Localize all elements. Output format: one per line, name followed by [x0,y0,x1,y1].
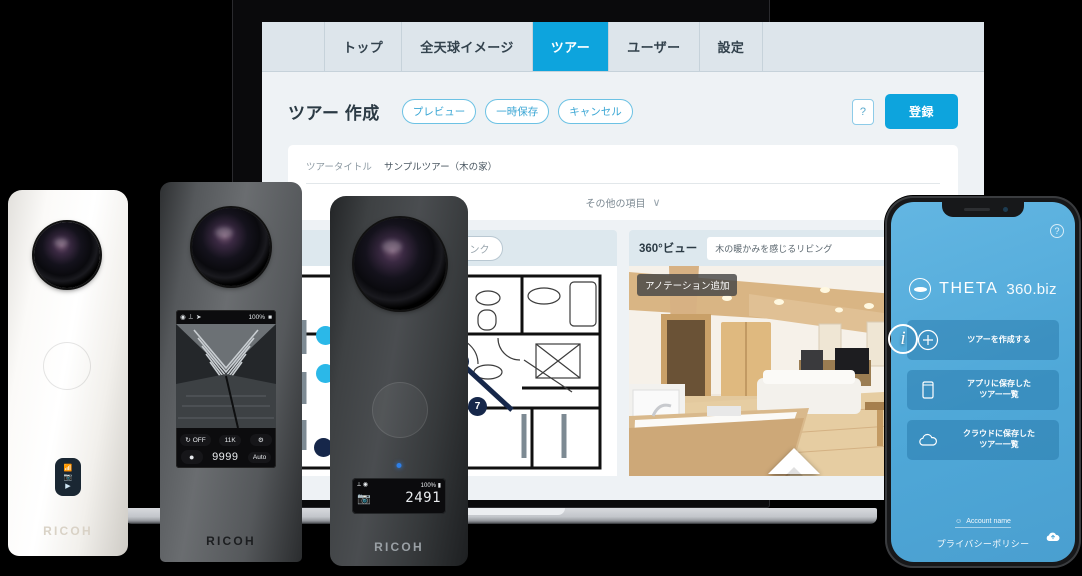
cloud-saved-tours-button[interactable]: クラウドに保存した ツアー一覧 [907,420,1059,460]
wifi-icon: 📶 [63,465,73,472]
temp-save-button[interactable]: 一時保存 [485,99,550,124]
remaining-shots: 9999 [212,451,239,463]
brand-suffix: 360.biz [1006,280,1057,298]
battery-icon: ■ [268,313,272,321]
page-toolbar: ツアー 作成 プレビュー 一時保存 キャンセル ? 登録 [262,72,984,129]
lens-icon [34,222,100,288]
app-saved-tours-button[interactable]: アプリに保存した ツアー一覧 [907,370,1059,410]
tab-user[interactable]: ユーザー [609,22,700,71]
battery-icon: ▮ [437,482,441,489]
cloud-saved-tours-label: クラウドに保存した ツアー一覧 [963,429,1035,449]
self-timer-control[interactable]: ↻ OFF [180,434,211,446]
nav-logo-area [262,22,325,71]
account-name-field[interactable]: ☺ Account name [955,518,1011,528]
smartphone-device: ? THETA 360.biz ツアーを作成する アプリに保存した ツアー一覧 … [885,196,1081,568]
shutter-button[interactable] [372,382,428,438]
add-annotation-button[interactable]: アノテーション追加 [637,274,738,296]
phone-screen: ? THETA 360.biz ツアーを作成する アプリに保存した ツアー一覧 … [891,202,1075,562]
camera-icon: 📷 [357,492,371,505]
wifi-icon: ◉ [180,314,186,321]
lens-icon [192,208,270,286]
camera-theta-z1: ◉ ⟂ ➤ 100% ■ ↻ OFF 11K ⚙ ● 9999 Auto RIC… [160,182,302,562]
tab-tour[interactable]: ツアー [532,22,610,71]
x-oled-display: ⟂ ◉ 100% ▮ 📷 2491 [352,478,446,514]
floorplan-marker-7[interactable]: 7 [468,397,487,416]
camera-icon: 📷 [63,474,73,481]
viewer-panel-title: 360°ビュー [639,243,698,255]
tour-title-field[interactable]: ツアータイトル サンプルツアー（木の家） [306,159,940,173]
nav-filler [763,22,984,71]
capture-mode-control[interactable]: ● [180,450,203,464]
camera-theta-x: ⟂ ◉ 100% ▮ 📷 2491 RICOH [330,196,468,566]
front-camera-icon [1003,207,1008,212]
brand-name: THETA [939,280,999,297]
lcd-live-view [176,324,276,428]
phone-notch [942,202,1024,217]
z1-lcd-display: ◉ ⟂ ➤ 100% ■ ↻ OFF 11K ⚙ ● 9999 Auto [176,310,276,468]
image-gear-icon: ⚙ [257,437,264,444]
chevron-down-icon: ∨ [652,197,661,209]
toolbar-action-group: プレビュー 一時保存 キャンセル [401,99,633,124]
lcd-status-bar: ◉ ⟂ ➤ 100% ■ [176,310,276,324]
exposure-mode-control[interactable]: Auto [247,451,272,463]
x-shot-count: 2491 [405,490,441,506]
tab-settings[interactable]: 設定 [700,22,764,71]
image-settings-control[interactable]: ⚙ [249,434,272,446]
create-tour-button[interactable]: ツアーを作成する [907,320,1059,360]
earpiece-speaker [964,208,990,211]
status-led [396,463,402,468]
app-saved-tours-label: アプリに保存した ツアー一覧 [967,379,1031,399]
laptop-device: トップ 全天球イメージ ツアー ユーザー 設定 ツアー 作成 プレビュー 一時保… [125,0,984,540]
mode-indicator-badge: 📶 📷 ▶ [55,458,81,496]
video-icon: ▶ [65,483,71,490]
x-battery-percent: 100% [420,482,437,489]
create-tour-label: ツアーを作成する [967,334,1031,344]
tour-title-value: サンプルツアー（木の家） [383,162,498,173]
lens-icon [354,218,446,310]
preview-button[interactable]: プレビュー [401,99,477,124]
info-annotation-marker[interactable]: i [888,324,918,354]
camera-icon: ● [188,452,195,462]
phone-icon [917,379,939,401]
product-composite-scene: トップ 全天球イメージ ツアー ユーザー 設定 ツアー 作成 プレビュー 一時保… [0,0,1082,576]
brand-logo-z1: RICOH [206,534,256,548]
camera-theta-sc2: 📶 📷 ▶ RICOH [8,190,128,556]
tour-title-label: ツアータイトル [306,162,372,173]
plus-circle-icon [917,329,939,351]
theta-logo-icon [909,278,932,300]
x-oled-main: 📷 2491 [357,490,441,506]
register-button[interactable]: 登録 [884,94,958,129]
person-icon: ☺ [955,518,963,525]
main-navigation: トップ 全天球イメージ ツアー ユーザー 設定 [262,22,984,72]
tour-title-underline [306,175,940,184]
shutter-button[interactable] [43,342,91,390]
bluetooth-icon: ⟂ [188,313,194,320]
gps-icon: ➤ [196,314,202,321]
timer-icon: ↻ [185,437,191,444]
cloud-icon [917,429,939,451]
brand-logo-x: RICOH [374,540,424,554]
lcd-controls: ↻ OFF 11K ⚙ ● 9999 Auto [176,430,276,464]
app-main-buttons: ツアーを作成する アプリに保存した ツアー一覧 クラウドに保存した ツアー一覧 [907,320,1059,460]
wifi-icon: ◉ [362,482,368,488]
lcd-battery-percent: 100% [248,313,266,321]
bluetooth-icon: ⟂ [357,482,362,488]
tab-top[interactable]: トップ [325,22,403,71]
help-button[interactable]: ? [851,98,874,125]
app-help-button[interactable]: ? [1050,224,1064,238]
toolbar-right-group: ? 登録 [851,94,958,129]
account-name-label: Account name [966,518,1011,525]
app-brand: THETA 360.biz [891,278,1075,300]
more-items-label: その他の項目 [585,199,646,210]
brand-logo-sc2: RICOH [43,524,93,538]
x-oled-status: ⟂ ◉ 100% ▮ [357,481,441,489]
tab-spherical-image[interactable]: 全天球イメージ [402,22,533,71]
resolution-control[interactable]: 11K [219,434,242,446]
page-title: ツアー 作成 [288,104,380,123]
cloud-upload-icon[interactable] [1045,529,1061,550]
cancel-button[interactable]: キャンセル [558,99,633,124]
